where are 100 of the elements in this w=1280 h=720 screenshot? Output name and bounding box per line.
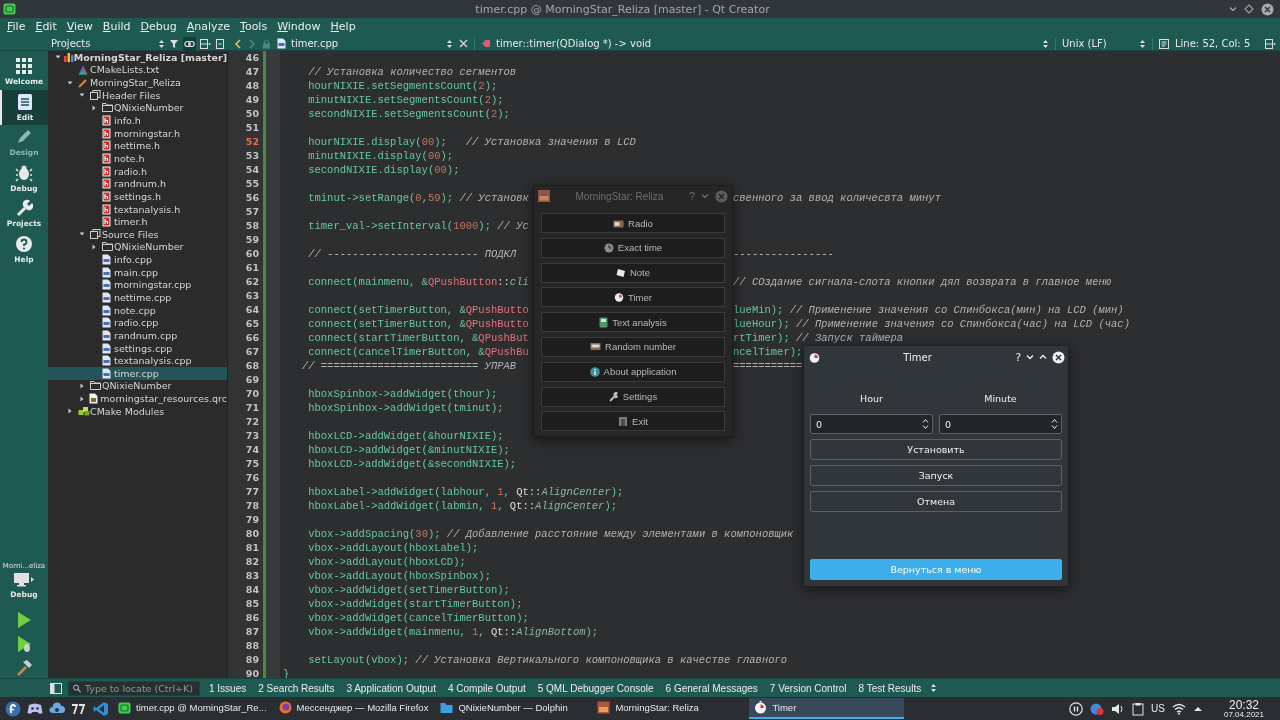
notification-badge-icon[interactable] [1090,701,1105,716]
run-icon[interactable] [15,611,33,629]
output-tab[interactable]: 6 General Messages [662,682,761,694]
tree-item[interactable]: morningstar.h [48,126,227,140]
caret-right-icon[interactable] [66,407,74,416]
tree-item[interactable]: timer.cpp [48,367,227,380]
caret-right-icon[interactable] [90,242,98,251]
menu-item[interactable]: Help [325,19,361,35]
menu-item[interactable]: Tools [235,19,273,35]
close-document-icon[interactable] [459,39,468,48]
output-tab[interactable]: 7 Version Control [766,682,850,694]
taskbar-task[interactable]: Мессенджер — Mozilla Firefox [273,698,434,719]
tree-item[interactable]: QNixieNumber [48,101,227,115]
menu-button[interactable]: Exact time [541,237,725,258]
menu-item[interactable]: Debug [135,19,182,35]
clock[interactable]: 20:32 07.04.2021 [1223,698,1264,719]
wifi-icon[interactable] [1171,702,1186,715]
spin-box[interactable]: 0 [939,414,1062,434]
help-button[interactable]: ? [1015,350,1021,364]
menu-button[interactable]: Radio [541,213,725,233]
caret-right-icon[interactable] [78,381,86,390]
tree-item[interactable]: note.cpp [48,303,227,317]
output-tab[interactable]: 1 Issues [206,682,250,694]
tree-item[interactable]: main.cpp [48,265,227,279]
menu-button[interactable]: Timer [541,287,725,308]
menu-button[interactable]: Settings [541,386,725,407]
menu-item[interactable]: View [61,19,98,35]
menu-button[interactable]: Note [541,262,725,283]
menu-item[interactable]: File [2,19,31,35]
round-logo-icon[interactable] [5,700,21,717]
menu-button[interactable]: Random number [541,337,725,357]
close-icon[interactable] [1261,2,1274,16]
tree-item[interactable]: textanalysis.cpp [48,354,227,367]
pause-icon[interactable] [1069,701,1084,716]
taskbar-task[interactable]: timer.cpp @ MorningStar_Re... [113,698,272,719]
caret-right-icon[interactable] [90,103,98,112]
tree-item[interactable]: info.cpp [48,253,227,266]
menu-item[interactable]: Window [272,19,326,35]
spin-box[interactable]: 0 [810,414,933,434]
ribbon-logo-icon[interactable] [93,700,109,717]
keyboard-layout[interactable]: US [1151,703,1165,714]
filter-icon[interactable] [169,38,179,49]
toggle-pane-icon[interactable] [50,682,62,694]
tree-item[interactable]: info.h [48,114,227,127]
tree-item[interactable]: MorningStar_Reliza [48,76,227,89]
menu-item[interactable]: Build [97,19,136,35]
locator-field[interactable]: Type to locate (Ctrl+K) [68,680,200,696]
tree-item[interactable]: morningstar.cpp [48,278,227,292]
tree-item[interactable]: morningstar_resources.qrc [48,392,227,405]
tree-item[interactable]: CMakeLists.txt [48,63,227,77]
split-icon[interactable] [1265,38,1276,49]
tree-item[interactable]: QNixieNumber [48,379,227,393]
output-tab[interactable]: 4 Compile Output [444,682,529,694]
back-icon[interactable] [234,38,242,49]
menu-item[interactable]: Analyze [181,19,236,35]
tree-item[interactable]: MorningStar_Reliza [master] [48,51,227,64]
caret-right-icon[interactable] [78,394,86,403]
tree-item[interactable]: randnum.cpp [48,329,227,342]
tree-item[interactable]: QNixieNumber [48,240,227,254]
dialog-button[interactable]: Запуск [810,465,1062,486]
taskbar-task[interactable]: QNixieNumber — Dolphin [435,698,591,719]
tree-item[interactable]: Header Files [48,88,227,102]
view-selector[interactable]: Projects [51,36,165,51]
caret-up-icon[interactable] [1192,704,1203,713]
debug-run-icon[interactable] [15,635,33,653]
symbol-selector[interactable]: timer::timer(QDialog *) -> void [481,36,1049,51]
cursor-position[interactable]: Line: 52, Col: 5 [1175,36,1259,51]
menu-button[interactable]: Exit [541,411,725,432]
tree-item[interactable]: settings.h [48,190,227,203]
output-tab[interactable]: 3 Application Output [343,682,439,694]
close-pane-icon[interactable] [215,38,225,49]
tree-item[interactable]: CMake Modules [48,404,227,418]
tree-item[interactable]: nettime.h [48,139,227,153]
tree-item[interactable]: Source Files [48,227,227,241]
maximize-icon[interactable] [1244,4,1254,14]
split-icon[interactable] [200,38,211,49]
menu-button[interactable]: About application [541,361,725,382]
menu-item[interactable]: Edit [30,19,62,35]
dialog-button[interactable]: Установить [810,439,1062,460]
hammer-icon[interactable] [15,659,33,677]
link-toggle[interactable] [183,36,196,51]
line-ending-selector[interactable]: Unix (LF) [1062,36,1146,51]
tree-item[interactable]: settings.cpp [48,341,227,355]
output-tab[interactable]: 8 Test Results [855,682,925,694]
output-tab[interactable]: 5 QML Debugger Console [534,682,657,694]
file-selector[interactable]: timer.cpp [277,36,453,51]
volume-icon[interactable] [1111,701,1126,716]
taskbar-task[interactable]: MorningStar: Reliza [592,698,748,719]
tree-item[interactable]: nettime.cpp [48,291,227,304]
tree-item[interactable]: timer.h [48,215,227,228]
menu-button[interactable]: Text analysis [541,312,725,333]
clipboard-icon[interactable] [1132,701,1145,716]
output-tab[interactable]: 2 Search Results [255,682,338,694]
tree-item[interactable]: radio.h [48,164,227,178]
tree-item[interactable]: randnum.h [48,177,227,191]
tree-item[interactable]: radio.cpp [48,316,227,330]
tree-item[interactable]: note.h [48,152,227,165]
tree-item[interactable]: textanalysis.h [48,202,227,216]
close-icon[interactable] [1052,350,1065,364]
dialog-button[interactable]: Отмена [810,491,1062,512]
